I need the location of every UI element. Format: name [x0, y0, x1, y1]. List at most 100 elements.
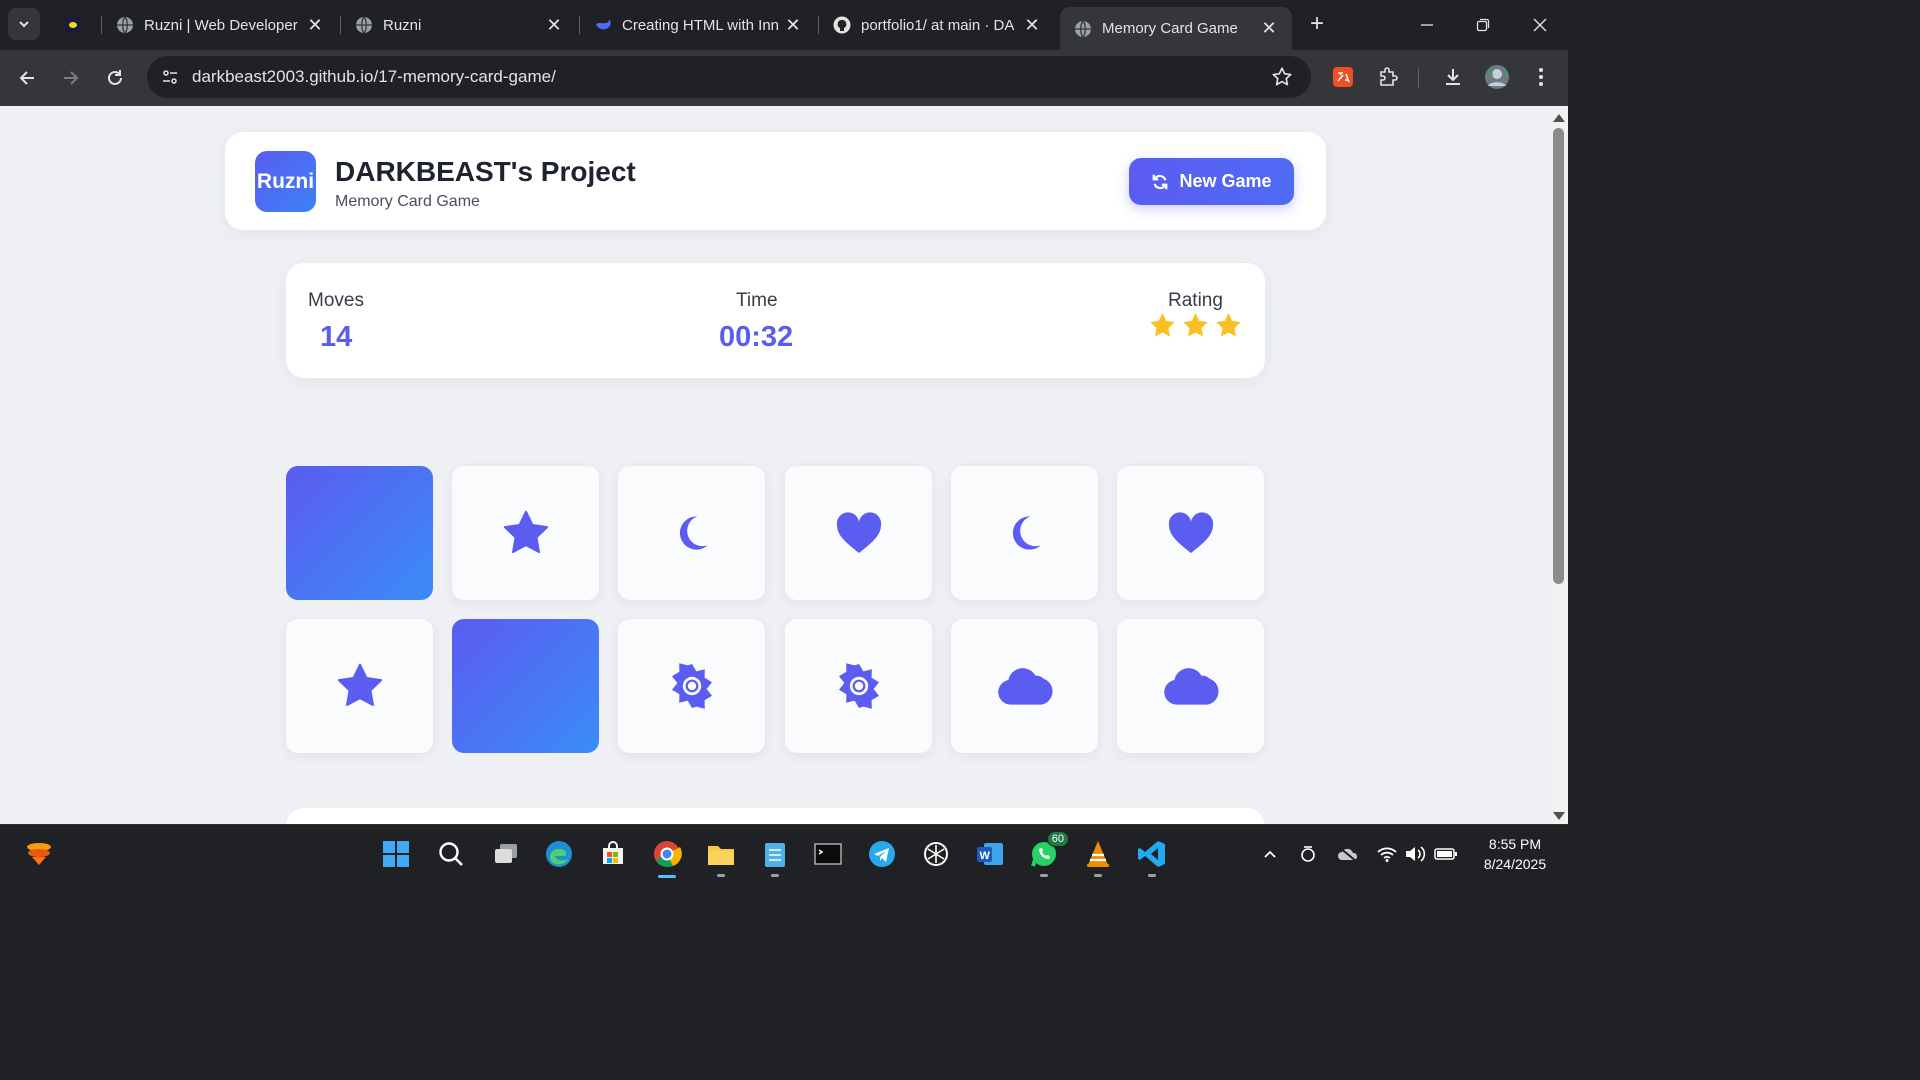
tab-ruzni[interactable]: Ruzni ✕ — [341, 7, 577, 43]
close-tab-icon[interactable]: ✕ — [782, 14, 804, 36]
tab-search-button[interactable] — [8, 8, 40, 40]
chevron-down-icon — [19, 21, 29, 28]
search-icon[interactable] — [434, 837, 468, 871]
microsoft-store-icon[interactable] — [596, 837, 630, 871]
terminal-icon[interactable] — [811, 837, 845, 871]
battery-icon[interactable] — [1434, 842, 1458, 866]
memory-card[interactable] — [951, 619, 1098, 753]
profile-avatar[interactable] — [1483, 63, 1511, 91]
tab-title: portfolio1/ at main · DA — [861, 16, 1015, 34]
close-tab-icon[interactable]: ✕ — [1258, 18, 1280, 40]
widgets-icon[interactable] — [22, 837, 56, 871]
url-text: darkbeast2003.github.io/17-memory-card-g… — [192, 67, 556, 86]
github-icon — [833, 16, 851, 34]
notification-badge: 60 — [1046, 831, 1069, 847]
moves-label: Moves — [308, 290, 364, 311]
memory-card[interactable] — [618, 466, 765, 600]
memory-card[interactable] — [286, 619, 433, 753]
stats-panel: Moves 14 Time 00:32 Rating — [286, 263, 1265, 378]
show-hidden-icons-chevron-icon[interactable] — [1258, 842, 1282, 866]
active-indicator — [658, 875, 676, 878]
memory-card[interactable] — [618, 619, 765, 753]
page-subtitle: Memory Card Game — [335, 193, 480, 210]
extensions-icon[interactable] — [1374, 63, 1402, 91]
downloads-icon[interactable] — [1439, 63, 1467, 91]
memory-card[interactable] — [951, 466, 1098, 600]
cloud-icon — [996, 665, 1054, 707]
task-view-icon[interactable] — [489, 837, 523, 871]
new-game-button[interactable]: New Game — [1129, 158, 1294, 205]
memory-card[interactable] — [452, 466, 599, 600]
toolbar-divider — [1418, 68, 1419, 88]
memory-card[interactable] — [1117, 466, 1264, 600]
cloud-icon — [1162, 665, 1220, 707]
chrome-browser-icon[interactable] — [650, 837, 684, 878]
tab-creating-html[interactable]: Creating HTML with Inn ✕ — [580, 7, 816, 43]
moves-value: 14 — [320, 321, 353, 353]
back-button[interactable] — [13, 64, 41, 92]
restore-button[interactable] — [1468, 10, 1498, 40]
tab-memory-card-game[interactable]: Memory Card Game ✕ — [1060, 7, 1292, 50]
rating-star-icon — [1150, 313, 1175, 337]
svg-text:W: W — [980, 850, 991, 862]
close-window-button[interactable] — [1525, 10, 1555, 40]
translate-extension-icon[interactable] — [1329, 63, 1357, 91]
file-explorer-icon[interactable] — [704, 837, 738, 877]
system-clock[interactable]: 8:55 PM 8/24/2025 — [1470, 834, 1560, 874]
rating-star-icon — [1216, 313, 1241, 337]
page-title: DARKBEAST's Project — [335, 156, 636, 187]
telegram-icon[interactable] — [865, 837, 899, 871]
brand-logo: Ruzni — [255, 151, 316, 212]
close-tab-icon[interactable]: ✕ — [1021, 14, 1043, 36]
clock-date: 8/24/2025 — [1483, 856, 1547, 872]
sync-icon[interactable] — [1296, 842, 1320, 866]
vscode-icon[interactable] — [1135, 837, 1169, 877]
tab-title: Memory Card Game — [1102, 20, 1238, 37]
running-indicator — [1148, 874, 1156, 877]
forward-arrow-icon — [64, 71, 79, 85]
minimize-button[interactable] — [1412, 10, 1442, 40]
scroll-thumb[interactable] — [1553, 128, 1564, 584]
bookmark-star-icon[interactable] — [1271, 66, 1293, 88]
volume-icon[interactable] — [1403, 842, 1427, 866]
tab-title: Ruzni — [383, 16, 422, 34]
new-tab-button[interactable]: + — [1304, 12, 1330, 38]
vlc-icon[interactable] — [1081, 837, 1115, 877]
reload-button[interactable] — [101, 64, 129, 92]
notepad-icon[interactable] — [758, 837, 792, 877]
close-tab-icon[interactable]: ✕ — [304, 14, 326, 36]
page-scrollbar[interactable] — [1549, 106, 1568, 824]
close-icon — [1533, 18, 1547, 32]
edge-browser-icon[interactable] — [542, 837, 576, 871]
start-button[interactable] — [379, 837, 413, 871]
new-game-label: New Game — [1179, 171, 1272, 191]
tab-ruzni-web-developer[interactable]: Ruzni | Web Developer ✕ — [102, 7, 338, 43]
onedrive-cloud-icon[interactable] — [1336, 842, 1360, 866]
chatgpt-icon[interactable] — [919, 837, 953, 871]
sun-icon — [835, 662, 883, 710]
globe-icon — [116, 16, 134, 34]
clock-time: 8:55 PM — [1488, 836, 1542, 852]
close-tab-icon[interactable]: ✕ — [543, 14, 565, 36]
memory-card[interactable] — [785, 619, 932, 753]
memory-card-facedown[interactable] — [286, 466, 433, 600]
address-bar[interactable]: darkbeast2003.github.io/17-memory-card-g… — [147, 56, 1311, 98]
tab-github-portfolio[interactable]: portfolio1/ at main · DA ✕ — [819, 7, 1055, 43]
tab-pinned[interactable] — [50, 7, 96, 43]
wifi-icon[interactable] — [1375, 842, 1399, 866]
moon-icon — [1004, 512, 1046, 554]
word-icon[interactable]: W — [973, 837, 1007, 871]
scroll-down-arrow-icon[interactable] — [1553, 812, 1565, 820]
scroll-up-arrow-icon[interactable] — [1553, 114, 1565, 122]
memory-card-facedown[interactable] — [452, 619, 599, 753]
menu-kebab-icon[interactable] — [1527, 63, 1555, 91]
memory-card[interactable] — [1117, 619, 1264, 753]
memory-card[interactable] — [785, 466, 932, 600]
tab-title: Ruzni | Web Developer — [144, 16, 298, 34]
globe-icon — [355, 16, 373, 34]
site-info-icon[interactable] — [159, 66, 181, 88]
whatsapp-icon[interactable]: 60 — [1027, 831, 1069, 877]
rating-star-icon — [1183, 313, 1208, 337]
forward-button[interactable] — [57, 64, 85, 92]
running-indicator — [1040, 874, 1048, 877]
